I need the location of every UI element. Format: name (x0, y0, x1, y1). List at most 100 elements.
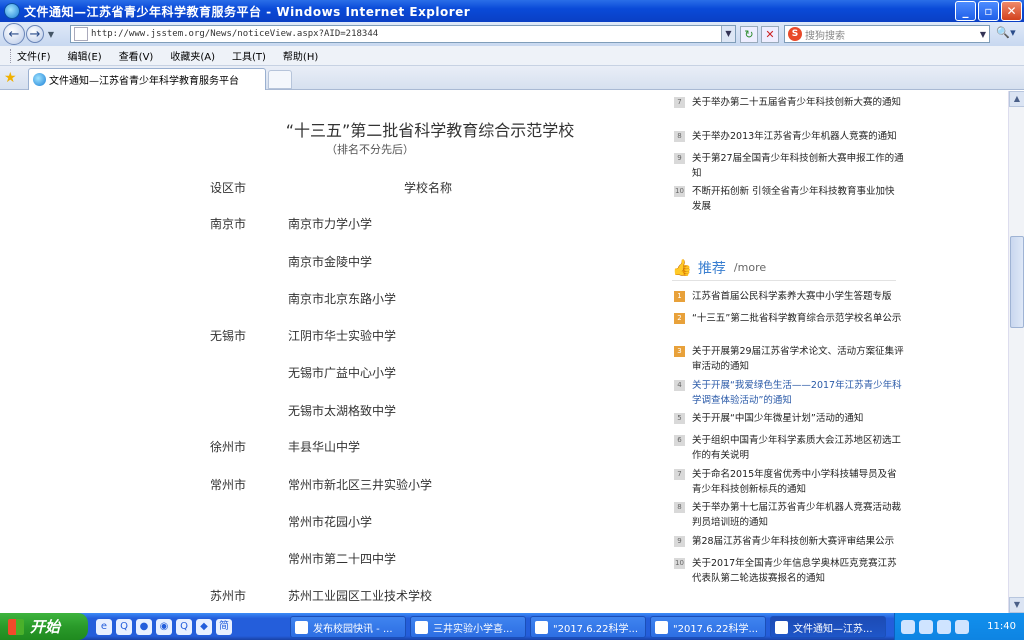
scroll-down-icon[interactable]: ▼ (1009, 597, 1024, 613)
refresh-button[interactable]: ↻ (740, 26, 758, 43)
list-number: 9 (674, 153, 685, 164)
tray-icon[interactable] (937, 619, 951, 634)
tab-current[interactable]: 文件通知—江苏省青少年科学教育服务平台 (28, 68, 266, 90)
ie-logo-icon (4, 3, 20, 19)
column-header-city: 设区市 (210, 181, 247, 195)
task-label: 发布校园快讯 - ... (313, 623, 393, 635)
list-item[interactable]: 4 关于开展“我爱绿色生活——2017年江苏青少年科学调查体验活动”的通知 (674, 378, 904, 408)
row-city: 常州市 (210, 478, 247, 492)
list-link[interactable]: 关于2017年全国青少年信息学奥林匹克竞赛江苏代表队第二轮选拔赛报名的通知 (692, 556, 904, 586)
list-number: 5 (674, 413, 685, 424)
recommend-header: 👍 推荐 /more (672, 255, 896, 281)
menu-tools[interactable]: 工具(T) (232, 48, 266, 63)
list-link[interactable]: 第28届江苏省青少年科技创新大赛评审结果公示 (692, 534, 904, 549)
list-item[interactable]: 7 关于命名2015年度省优秀中小学科技辅导员及省青少年科技创新标兵的通知 (674, 467, 904, 497)
task-ie-icon (775, 620, 788, 634)
list-item[interactable]: 8 关于举办第十七届江苏省青少年机器人竞赛活动裁判员培训班的通知 (674, 500, 904, 530)
menu-file[interactable]: 文件(F) (17, 48, 51, 63)
app-quick-icon[interactable]: ◆ (196, 618, 212, 635)
scroll-up-icon[interactable]: ▲ (1009, 91, 1024, 107)
url-dropdown-icon[interactable]: ▼ (721, 26, 735, 42)
menu-edit[interactable]: 编辑(E) (68, 48, 102, 63)
taskbar-task[interactable]: "2017.6.22科学... (530, 616, 646, 638)
url-field[interactable]: http://www.jsstem.org/News/noticeView.as… (70, 25, 736, 43)
new-tab-button[interactable] (268, 70, 292, 89)
list-link[interactable]: “十三五”第二批省科学教育综合示范学校名单公示 (692, 311, 904, 326)
row-city: 南京市 (210, 217, 247, 231)
notice-title: “十三五”第二批省科学教育综合示范学校 (285, 121, 575, 140)
list-number: 4 (674, 380, 685, 391)
list-item[interactable]: 10 不断开拓创新 引领全省青少年科技教育事业加快发展 (674, 184, 904, 214)
back-button[interactable]: ← (3, 23, 25, 45)
sogou-logo-icon: S (788, 27, 802, 41)
list-item[interactable]: 10 关于2017年全国青少年信息学奥林匹克竞赛江苏代表队第二轮选拔赛报名的通知 (674, 556, 904, 586)
start-button[interactable]: 开始 (0, 613, 88, 640)
task-label: "2017.6.22科学... (673, 623, 759, 635)
firefox-quick-icon[interactable]: ● (136, 618, 152, 635)
search-go-button[interactable]: 🔍▾ (993, 26, 1019, 43)
row-school: 南京市力学小学 (288, 217, 373, 231)
qq2-quick-icon[interactable]: Q (176, 618, 192, 635)
search-dropdown-icon[interactable]: ▼ (977, 30, 989, 39)
row-school: 丰县华山中学 (288, 440, 361, 454)
page-icon (74, 27, 88, 41)
list-link[interactable]: 关于开展“我爱绿色生活——2017年江苏青少年科学调查体验活动”的通知 (692, 378, 904, 408)
favorites-star-icon[interactable]: ★ (4, 70, 20, 86)
list-link[interactable]: 关于第27届全国青少年科技创新大赛申报工作的通知 (692, 151, 904, 181)
forward-button[interactable]: → (26, 25, 44, 43)
list-item[interactable]: 2 “十三五”第二批省科学教育综合示范学校名单公示 (674, 311, 904, 326)
page-content: “十三五”第二批省科学教育综合示范学校 （排名不分先后） 设区市 学校名称 南京… (0, 91, 1008, 613)
tray-icon[interactable] (955, 619, 969, 634)
list-link[interactable]: 关于开展第29届江苏省学术论文、活动方案征集评审活动的通知 (692, 344, 904, 374)
list-item[interactable]: 5 关于开展“中国少年微星计划”活动的通知 (674, 411, 904, 426)
list-item[interactable]: 3 关于开展第29届江苏省学术论文、活动方案征集评审活动的通知 (674, 344, 904, 374)
row-school: 江阴市华士实验中学 (288, 329, 397, 343)
task-folder-icon (655, 620, 668, 634)
vertical-scrollbar[interactable]: ▲ ▼ (1008, 91, 1024, 613)
taskbar-task[interactable]: "2017.6.22科学... (650, 616, 766, 638)
list-item[interactable]: 9 第28届江苏省青少年科技创新大赛评审结果公示 (674, 534, 904, 549)
close-button[interactable]: ✕ (1001, 1, 1022, 21)
ie-quick-icon[interactable]: e (96, 618, 112, 635)
list-number: 8 (674, 502, 685, 513)
list-link[interactable]: 关于举办2013年江苏省青少年机器人竞赛的通知 (692, 129, 904, 144)
list-item[interactable]: 7 关于举办第二十五届省青少年科技创新大赛的通知 (674, 95, 904, 110)
tray-icon[interactable] (901, 619, 915, 634)
toolbar-grip (10, 48, 13, 63)
stop-button[interactable]: ✕ (761, 26, 779, 43)
list-item[interactable]: 6 关于组织中国青少年科学素质大会江苏地区初选工作的有关说明 (674, 433, 904, 463)
notice-subtitle: （排名不分先后） (326, 143, 414, 156)
menu-view[interactable]: 查看(V) (119, 48, 154, 63)
search-placeholder: 搜狗搜索 (805, 30, 845, 42)
list-link[interactable]: 关于开展“中国少年微星计划”活动的通知 (692, 411, 904, 426)
clock: 11:40 (987, 621, 1016, 632)
taskbar-task[interactable]: 发布校园快讯 - ... (290, 616, 406, 638)
taskbar-task[interactable]: 三井实验小学喜... (410, 616, 526, 638)
maximize-button[interactable]: ▫ (978, 1, 999, 21)
scroll-thumb[interactable] (1010, 236, 1024, 328)
minimize-button[interactable]: _ (955, 1, 976, 21)
list-item[interactable]: 8 关于举办2013年江苏省青少年机器人竞赛的通知 (674, 129, 904, 144)
list-item[interactable]: 1 江苏省首届公民科学素养大赛中小学生答题专版 (674, 289, 904, 304)
more-link[interactable]: /more (734, 261, 766, 274)
menu-favorites[interactable]: 收藏夹(A) (170, 48, 215, 63)
row-school: 常州市新北区三井实验小学 (288, 478, 433, 492)
list-link[interactable]: 不断开拓创新 引领全省青少年科技教育事业加快发展 (692, 184, 904, 214)
ime-quick-icon[interactable]: 简 (216, 618, 232, 635)
row-city: 无锡市 (210, 329, 247, 343)
list-link[interactable]: 关于组织中国青少年科学素质大会江苏地区初选工作的有关说明 (692, 433, 904, 463)
list-link[interactable]: 关于举办第二十五届省青少年科技创新大赛的通知 (692, 95, 904, 110)
list-link[interactable]: 关于举办第十七届江苏省青少年机器人竞赛活动裁判员培训班的通知 (692, 500, 904, 530)
menu-help[interactable]: 帮助(H) (283, 48, 318, 63)
list-item[interactable]: 9 关于第27届全国青少年科技创新大赛申报工作的通知 (674, 151, 904, 181)
history-dropdown-icon[interactable]: ▼ (46, 30, 56, 39)
row-school: 苏州工业园区工业技术学校 (288, 589, 433, 603)
list-link[interactable]: 江苏省首届公民科学素养大赛中小学生答题专版 (692, 289, 904, 304)
qq-quick-icon[interactable]: Q (116, 618, 132, 635)
taskbar-task-active[interactable]: 文件通知—江苏... (770, 616, 886, 638)
browser-quick-icon[interactable]: ◉ (156, 618, 172, 635)
task-word-icon (415, 620, 428, 634)
list-link[interactable]: 关于命名2015年度省优秀中小学科技辅导员及省青少年科技创新标兵的通知 (692, 467, 904, 497)
search-input[interactable]: S 搜狗搜索 ▼ (784, 25, 990, 43)
tray-icon[interactable] (919, 619, 933, 634)
